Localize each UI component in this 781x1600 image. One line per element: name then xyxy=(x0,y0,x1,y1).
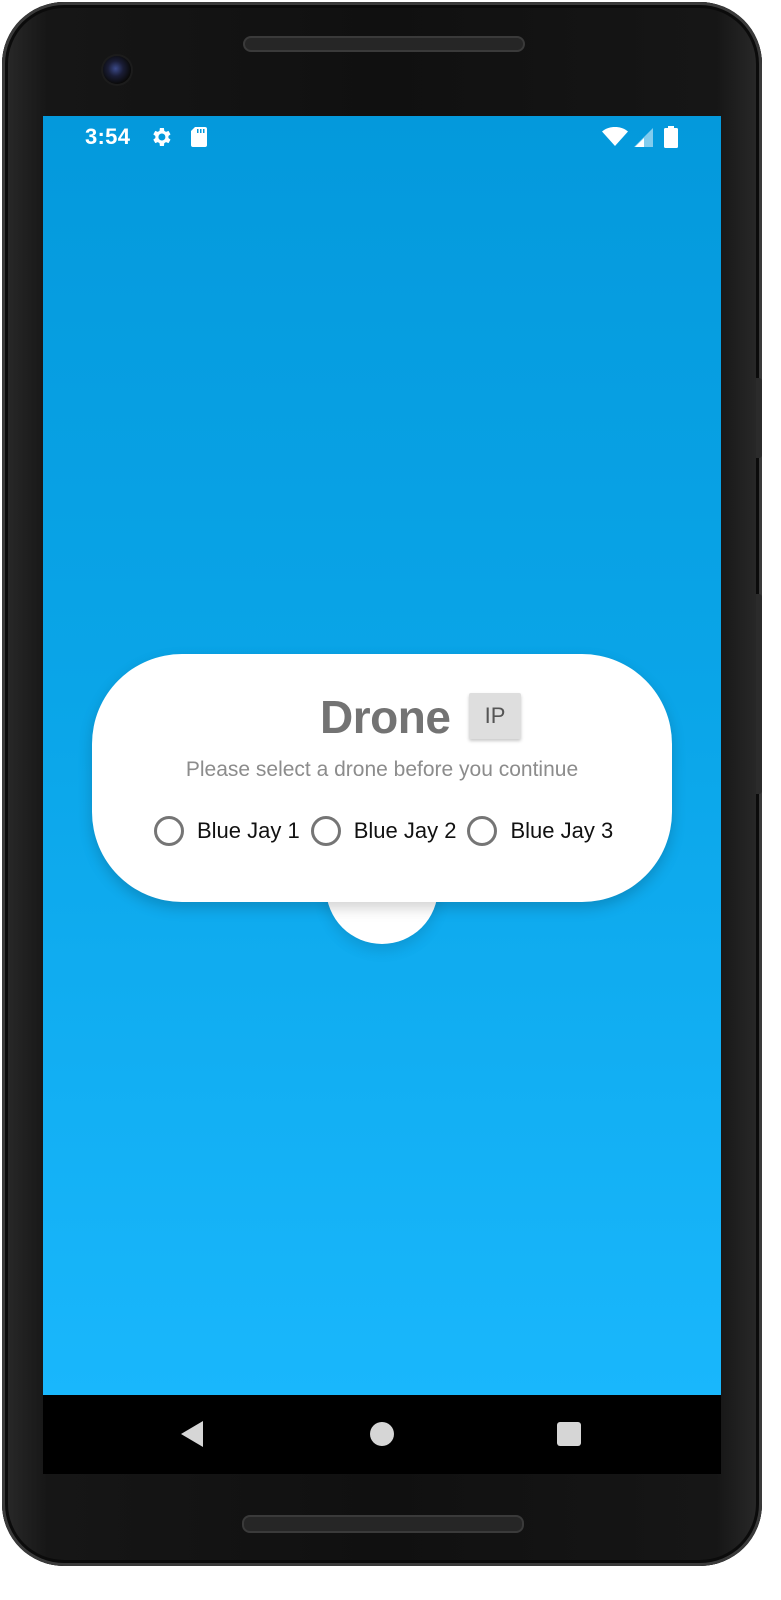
drone-select-card: Drone IP Please select a drone before yo… xyxy=(92,654,672,946)
front-camera xyxy=(103,56,131,84)
radio-label: Blue Jay 1 xyxy=(197,818,300,843)
wifi-icon xyxy=(602,127,628,146)
gear-icon xyxy=(153,128,171,146)
screen: 3:54 Drone IP Please select a drone befo… xyxy=(43,116,721,1474)
top-speaker xyxy=(243,36,525,52)
card-title: Drone xyxy=(320,691,451,743)
radio-button-icon[interactable] xyxy=(467,816,498,846)
home-icon[interactable] xyxy=(370,1422,394,1446)
volume-button xyxy=(756,594,762,794)
recent-apps-icon[interactable] xyxy=(557,1422,581,1446)
radio-button-icon[interactable] xyxy=(310,816,341,846)
drone-radio-group: Blue Jay 1 Blue Jay 2 Blue Jay 3 xyxy=(154,813,624,849)
navigation-bar xyxy=(43,1395,721,1474)
battery-icon xyxy=(664,126,678,148)
phone-frame: 3:54 Drone IP Please select a drone befo… xyxy=(2,2,762,1566)
radio-option-blue-jay-1[interactable]: Blue Jay 1 xyxy=(154,816,300,846)
radio-option-blue-jay-2[interactable]: Blue Jay 2 xyxy=(310,816,457,846)
sd-card-icon xyxy=(191,127,207,147)
radio-option-blue-jay-3[interactable]: Blue Jay 3 xyxy=(467,816,613,846)
power-button xyxy=(756,378,762,458)
bottom-speaker xyxy=(242,1515,524,1533)
ip-button[interactable]: IP xyxy=(469,693,521,739)
back-icon[interactable] xyxy=(179,1419,205,1449)
radio-label: Blue Jay 2 xyxy=(353,818,457,843)
status-time: 3:54 xyxy=(85,124,131,149)
app-background: 3:54 Drone IP Please select a drone befo… xyxy=(43,116,721,1395)
card-subtitle: Please select a drone before you continu… xyxy=(185,758,579,781)
status-bar: 3:54 xyxy=(43,116,721,158)
radio-button-icon[interactable] xyxy=(154,816,184,846)
signal-icon xyxy=(634,128,653,147)
radio-label: Blue Jay 3 xyxy=(510,818,614,843)
